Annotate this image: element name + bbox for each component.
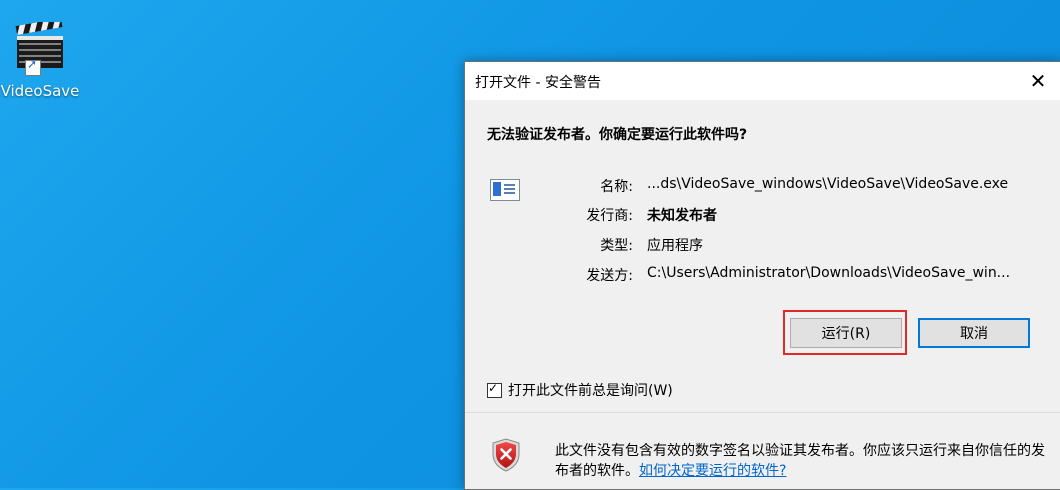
field-row-name: 名称: ...ds\VideoSave_windows\VideoSave\Vi… <box>465 176 1060 196</box>
field-value-name: ...ds\VideoSave_windows\VideoSave\VideoS… <box>647 176 1009 192</box>
warning-footer: 此文件没有包含有效的数字签名以验证其发布者。你应该只运行来自你信任的发布者的软件… <box>465 413 1060 489</box>
field-key-type: 类型: <box>600 238 633 254</box>
dialog-titlebar[interactable]: 打开文件 - 安全警告 ✕ <box>465 62 1060 100</box>
field-key-publisher: 发行商: <box>586 208 633 224</box>
warning-message: 此文件没有包含有效的数字签名以验证其发布者。你应该只运行来自你信任的发布者的软件… <box>555 441 1049 481</box>
close-icon[interactable]: ✕ <box>1015 62 1060 100</box>
shortcut-arrow-icon <box>25 57 41 76</box>
always-ask-checkbox[interactable] <box>487 381 502 398</box>
security-shield-icon <box>491 438 521 472</box>
field-row-type: 类型: 应用程序 <box>465 235 1060 255</box>
dialog-title: 打开文件 - 安全警告 <box>475 75 601 91</box>
field-row-from: 发送方: C:\Users\Administrator\Downloads\Vi… <box>465 265 1060 285</box>
field-row-publisher: 发行商: 未知发布者 <box>465 205 1060 225</box>
warning-text: 此文件没有包含有效的数字签名以验证其发布者。你应该只运行来自你信任的发布者的软件… <box>555 443 1045 479</box>
always-ask-option[interactable]: 打开此文件前总是询问(W) <box>487 380 673 400</box>
security-warning-dialog: 打开文件 - 安全警告 ✕ 无法验证发布者。你确定要运行此软件吗? 名称: ..… <box>464 61 1060 490</box>
dialog-question: 无法验证发布者。你确定要运行此软件吗? <box>487 127 748 143</box>
desktop-icon-videosave[interactable]: VideoSave <box>0 18 80 100</box>
field-key-name: 名称: <box>600 179 633 195</box>
always-ask-label: 打开此文件前总是询问(W) <box>508 383 673 399</box>
field-value-type: 应用程序 <box>647 238 703 254</box>
how-to-decide-link[interactable]: 如何决定要运行的软件? <box>639 463 786 479</box>
field-value-publisher: 未知发布者 <box>647 208 717 224</box>
field-value-from: C:\Users\Administrator\Downloads\VideoSa… <box>647 265 1011 281</box>
cancel-button[interactable]: 取消 <box>918 318 1030 348</box>
clapperboard-icon <box>15 18 65 76</box>
desktop-icon-label: VideoSave <box>0 82 80 100</box>
field-key-from: 发送方: <box>586 268 633 284</box>
run-button[interactable]: 运行(R) <box>790 318 902 348</box>
